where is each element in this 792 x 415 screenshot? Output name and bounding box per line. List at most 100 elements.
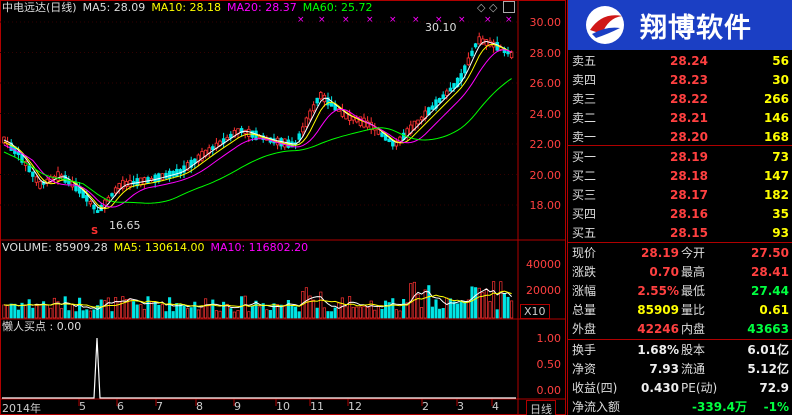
indicator-tick: 0.00 [536, 384, 562, 397]
volume-bar [171, 311, 175, 319]
volume-bar [333, 307, 337, 319]
bid-label: 买四 [572, 207, 597, 221]
quote-fund-divider [568, 339, 792, 340]
quote-label-right: 量比 [681, 303, 706, 317]
volume-bar [488, 301, 492, 319]
candle-body [117, 183, 121, 189]
fund-label-left: 换手 [572, 343, 597, 357]
candle-body [319, 92, 323, 100]
signal-x-marker: × [484, 15, 492, 25]
time-tick: 9 [234, 400, 241, 413]
candle-body [416, 119, 420, 125]
bid-price: 28.16 [670, 207, 708, 221]
volume-bar [96, 305, 100, 319]
candle-body [88, 201, 93, 205]
bid-row[interactable]: 买二 28.18 147 [568, 167, 792, 186]
kline-chart-area[interactable]: × × × × × × × × × × 中电远达(日线) MA5: 28.09 MA10: 28.… [0, 0, 566, 415]
net-inflow-value: -339.4万 [692, 400, 747, 414]
ask-row[interactable]: 卖三 28.22 266 [568, 90, 792, 109]
bid-label: 买二 [572, 169, 597, 183]
candle-body [448, 87, 453, 92]
fundamental-row: 换手 1.68% 股本 6.01亿 [568, 341, 792, 360]
logo-emblem-icon [582, 4, 628, 46]
bid-label: 买一 [572, 150, 597, 164]
quote-row: 总量 85909 量比 0.61 [568, 301, 792, 320]
daily-tab[interactable]: 日线 [526, 400, 556, 415]
high-annotation: 30.10 [425, 21, 457, 34]
kline-svg[interactable]: × × × × × × × × × × [0, 0, 566, 415]
volume-bar [376, 305, 380, 319]
volume-bar [254, 300, 258, 319]
candle-body [211, 146, 215, 151]
ma10-label: MA10: 28.18 [151, 1, 222, 14]
chart-border [0, 0, 566, 415]
candle-body [175, 168, 179, 177]
candle-body [430, 105, 435, 110]
signal-x-marker: × [458, 15, 466, 25]
volume-bar [319, 291, 323, 319]
volume-bar [160, 303, 164, 319]
signal-x-marker: × [389, 15, 397, 25]
price-tick: 22.00 [529, 138, 562, 151]
time-tick: 10 [276, 400, 290, 413]
volume-bar [268, 310, 272, 319]
candle-body [157, 173, 161, 182]
diamond-icons[interactable]: ◇ ◇ [477, 1, 497, 14]
candle-body [301, 126, 305, 133]
candle-body [297, 133, 301, 140]
volume-bar [366, 306, 370, 319]
top-markers: × × × × × × × × × × [297, 15, 513, 25]
quote-label-left: 涨幅 [572, 284, 597, 298]
ask-label: 卖四 [572, 73, 597, 87]
volume-bar [434, 299, 438, 319]
net-inflow-row: 净流入额 -339.4万 -1% [568, 398, 792, 415]
price-tick: 28.00 [529, 46, 562, 60]
volume-bar [142, 308, 146, 319]
volume-bar [146, 296, 150, 319]
bid-row[interactable]: 买五 28.15 93 [568, 224, 792, 243]
volume-bar [92, 309, 96, 319]
bid-row[interactable]: 买四 28.16 35 [568, 205, 792, 224]
volume-bar [106, 297, 110, 319]
volume-bar [240, 296, 244, 319]
volume-bar [250, 305, 254, 319]
quote-row: 外盘 42246 内盘 43663 [568, 320, 792, 339]
candle-body [419, 116, 424, 121]
quote-value-left: 0.70 [649, 265, 679, 279]
volume-bar [297, 311, 301, 319]
volume-bar [495, 309, 499, 319]
volume-label: VOLUME: 85909.28 [2, 241, 108, 254]
ask-volume: 30 [772, 73, 789, 87]
net-inflow-label: 净流入额 [572, 400, 621, 414]
x10-tab[interactable]: X10 [520, 304, 550, 319]
volume-bar [448, 298, 452, 319]
ask-row[interactable]: 卖五 28.24 56 [568, 52, 792, 71]
signal-x-marker: × [297, 15, 305, 25]
ask-row[interactable]: 卖二 28.21 146 [568, 109, 792, 128]
candle-body [113, 187, 118, 194]
volume-bar [164, 311, 168, 319]
maximize-icon[interactable] [503, 1, 515, 13]
volume-bar [74, 311, 78, 319]
volume-bar [441, 308, 445, 319]
volume-bar [9, 303, 13, 319]
volume-bar [423, 289, 427, 319]
price-tick: 18.00 [529, 199, 562, 212]
bid-row[interactable]: 买三 28.17 182 [568, 186, 792, 205]
ma5-label: MA5: 28.09 [82, 1, 146, 14]
indicator-tick: 1.00 [536, 332, 562, 345]
volume-bar [416, 293, 420, 319]
volume-bar [272, 303, 276, 319]
bid-price: 28.18 [670, 169, 708, 183]
ask-row[interactable]: 卖四 28.23 30 [568, 71, 792, 90]
volume-bar [258, 306, 262, 319]
signal-marker: S [91, 226, 99, 237]
volume-bars[interactable] [2, 281, 514, 319]
signal-x-marker: × [366, 15, 374, 25]
volume-bar [103, 300, 107, 319]
time-tick: 12 [348, 400, 362, 413]
volume-bar [135, 304, 139, 319]
ask-price: 28.23 [670, 73, 708, 87]
bid-row[interactable]: 买一 28.19 73 [568, 148, 792, 167]
quote-label-right: 今开 [681, 246, 706, 260]
